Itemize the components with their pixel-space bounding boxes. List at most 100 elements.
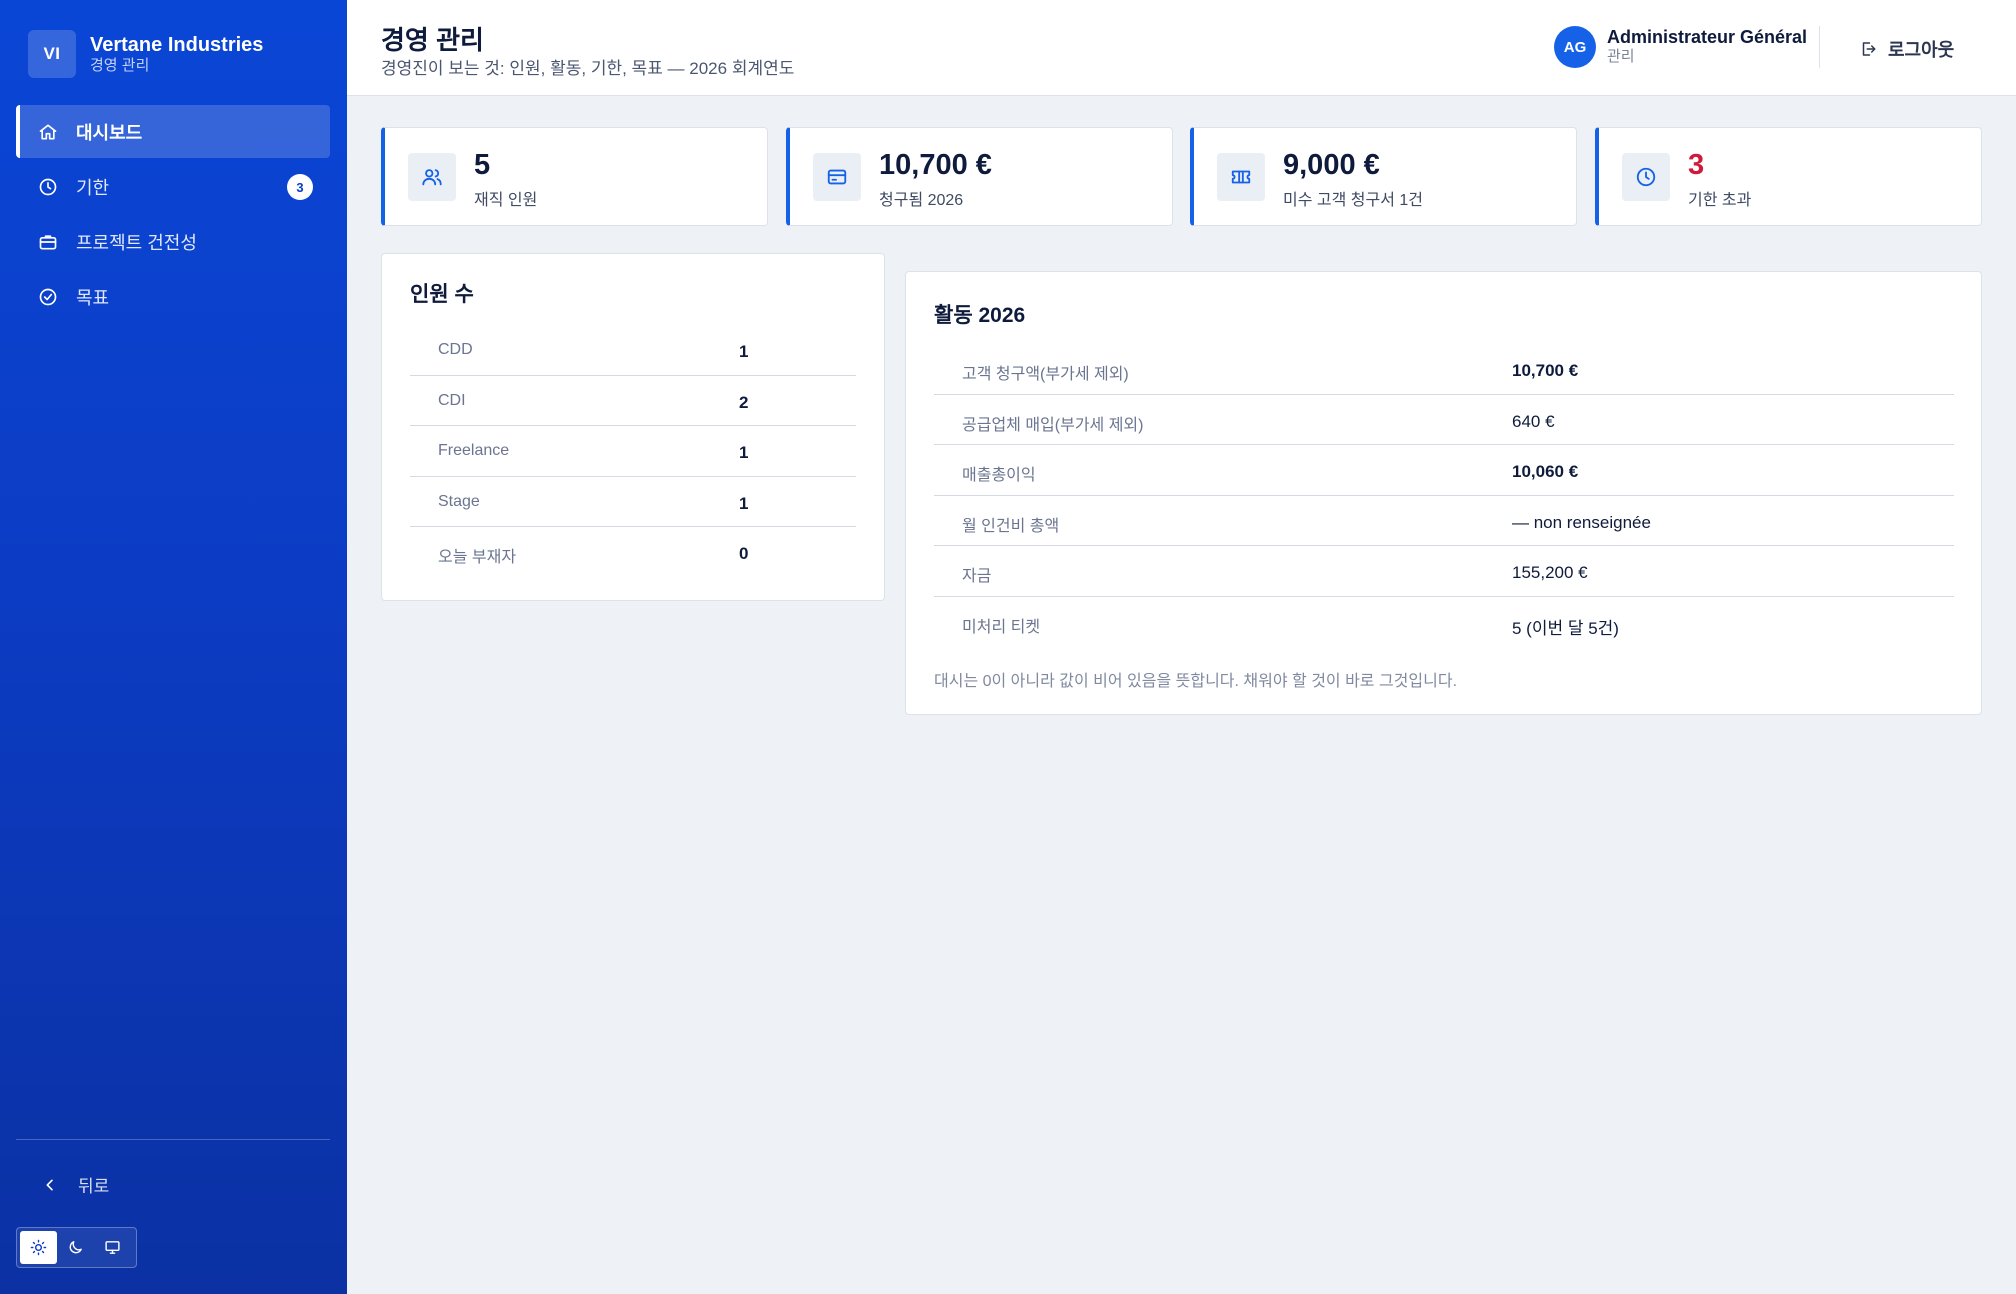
home-icon [39,124,57,139]
theme-system-button[interactable] [94,1231,131,1264]
user-menu[interactable]: AG Administrateur Général 관리 [1554,26,1807,68]
headcount-table: CDD 1 CDI 2 Freelance 1 Stage 1 오늘 부재자 0 [410,325,856,578]
chevron-left-icon [46,1179,53,1190]
row-value: 1 [739,493,749,513]
logout-label: 로그아웃 [1888,40,1955,60]
stat-icon-box [813,153,861,201]
user-name: Administrateur Général [1607,27,1808,47]
stat-card-headcount[interactable]: 5 재직 인원 [381,127,768,226]
brand[interactable]: VI Vertane Industries 경영 관리 [28,30,263,78]
row-label: 매출총이익 [962,467,1036,484]
stat-label: 기한 초과 [1688,192,1752,209]
row-label: 월 인건비 총액 [962,517,1060,535]
row-label: Stage [438,492,480,510]
row-value: — non renseignée [1512,512,1651,532]
stat-icon-box [1217,153,1265,201]
users-icon [422,169,442,186]
table-row: 고객 청구액(부가세 제외) 10,700 € [934,344,1954,395]
brand-subtitle: 경영 관리 [90,57,150,74]
row-label: 자금 [962,568,992,585]
top-header: 경영 관리 경영진이 보는 것: 인원, 활동, 기한, 목표 — 2026 회… [347,0,2016,96]
sun-icon [30,1239,47,1256]
table-row: 오늘 부재자 0 [410,527,856,578]
stat-value: 10,700 € [879,149,992,181]
check-circle-icon [39,288,57,305]
theme-dark-button[interactable] [57,1231,94,1264]
activity-panel: 활동 2026 고객 청구액(부가세 제외) 10,700 € 공급업체 매입(… [905,271,1982,715]
stat-label: 청구됨 2026 [879,192,964,209]
row-value: 0 [739,544,749,563]
stat-value: 9,000 € [1283,149,1380,181]
table-row: Stage 1 [410,477,856,527]
table-row: Freelance 1 [410,426,856,477]
stat-label: 재직 인원 [474,192,538,209]
row-label: CDI [438,391,466,409]
credit-card-icon [827,169,847,185]
row-label: 오늘 부재자 [438,549,517,566]
sidebar-item-label: 대시보드 [76,122,143,143]
row-label: CDD [438,341,473,358]
sidebar-item-dashboard[interactable]: 대시보드 [16,105,330,158]
stat-label: 미수 고객 청구서 1건 [1283,192,1423,209]
row-value: 10,700 € [1512,361,1579,380]
stat-icon-box [408,153,456,201]
activity-table: 고객 청구액(부가세 제외) 10,700 € 공급업체 매입(부가세 제외) … [934,344,1954,647]
row-value: 2 [739,392,749,412]
monitor-icon [105,1241,120,1254]
briefcase-icon [39,234,57,249]
panel-title: 인원 수 [410,283,474,306]
sidebar-item-label: 목표 [76,287,110,308]
back-label: 뒤로 [78,1177,110,1196]
table-row: 자금 155,200 € [934,546,1954,597]
clock-icon [1636,167,1656,187]
table-row: CDI 2 [410,376,856,426]
sidebar-item-label: 프로젝트 건전성 [76,232,197,253]
sidebar-item-deadlines[interactable]: 기한 3 [16,160,330,213]
row-label: 미처리 티켓 [962,618,1041,636]
row-value: 1 [739,342,749,361]
ticket-icon [1231,170,1251,184]
row-label: 공급업체 매입(부가세 제외) [962,416,1144,434]
stat-card-overdue[interactable]: 3 기한 초과 [1595,127,1982,226]
row-label: Freelance [438,442,510,459]
theme-switch [16,1227,137,1268]
row-value: 1 [739,443,749,462]
sidebar-item-project-health[interactable]: 프로젝트 건전성 [16,215,330,268]
user-role: 관리 [1607,48,1635,65]
table-row: CDD 1 [410,325,856,376]
row-value: 5 (이번 달 5건) [1512,618,1619,638]
brand-logo: VI [28,30,76,78]
sidebar-divider [16,1139,330,1140]
stat-value: 5 [474,149,491,181]
row-label: 고객 청구액(부가세 제외) [962,366,1129,383]
row-value: 10,060 € [1512,462,1579,481]
table-row: 공급업체 매입(부가세 제외) 640 € [934,395,1954,445]
activity-note: 대시는 0이 아니라 값이 비어 있음을 뜻합니다. 채워야 할 것이 바로 그… [934,673,1458,690]
table-row: 월 인건비 총액 — non renseignée [934,496,1954,546]
clock-icon [39,178,57,195]
page-subtitle: 경영진이 보는 것: 인원, 활동, 기한, 목표 — 2026 회계연도 [381,59,795,78]
stat-card-billed[interactable]: 10,700 € 청구됨 2026 [786,127,1173,226]
sidebar: VI Vertane Industries 경영 관리 대시보드 기한 3 프로… [0,0,347,1294]
header-divider [1819,26,1820,68]
stat-card-receivables[interactable]: 9,000 € 미수 고객 청구서 1건 [1190,127,1577,226]
stat-icon-box [1622,153,1670,201]
row-value: 640 € [1512,411,1555,431]
page-title: 경영 관리 [381,25,484,55]
brand-name: Vertane Industries [90,34,264,56]
stat-value: 3 [1688,149,1705,181]
back-link[interactable]: 뒤로 [42,1172,109,1197]
sidebar-item-goals[interactable]: 목표 [16,270,330,323]
deadline-count-badge: 3 [287,174,313,200]
moon-icon [69,1241,82,1254]
row-value: 155,200 € [1512,563,1588,582]
logout-icon [1862,42,1876,56]
theme-light-button[interactable] [20,1231,57,1264]
sidebar-nav: 대시보드 기한 3 프로젝트 건전성 목표 [16,105,330,325]
table-row: 매출총이익 10,060 € [934,445,1954,496]
headcount-panel: 인원 수 CDD 1 CDI 2 Freelance 1 Stage 1 오늘 … [381,253,885,601]
logout-button[interactable]: 로그아웃 [1859,36,1954,62]
table-row: 미처리 티켓 5 (이번 달 5건) [934,597,1954,648]
panel-title: 활동 2026 [934,304,1026,327]
user-text: Administrateur Général 관리 [1607,27,1807,67]
